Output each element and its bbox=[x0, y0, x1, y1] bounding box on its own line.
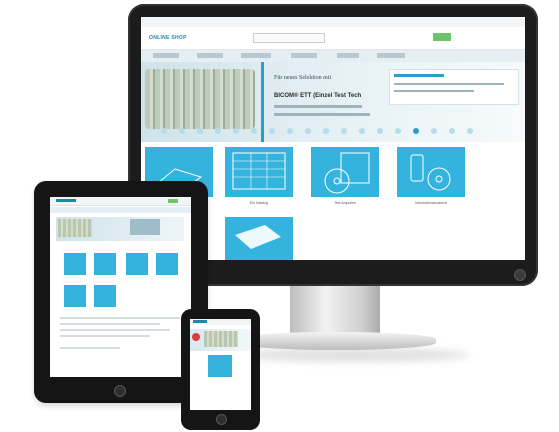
tablet-category-tile[interactable] bbox=[64, 253, 86, 275]
tablet-text-line bbox=[60, 335, 150, 337]
tablet-text-line bbox=[60, 323, 160, 325]
tablet-text-line bbox=[60, 329, 170, 331]
tablet-logo[interactable] bbox=[56, 199, 76, 202]
phone-badge bbox=[192, 333, 200, 341]
carousel-dot[interactable] bbox=[359, 128, 365, 134]
monitor-stand-base bbox=[236, 332, 436, 350]
login-box-line bbox=[394, 90, 474, 92]
carousel-dot-active[interactable] bbox=[413, 128, 419, 134]
nav-item[interactable] bbox=[241, 53, 271, 58]
phone-logo[interactable] bbox=[193, 320, 207, 323]
info-material-icon bbox=[410, 154, 451, 191]
site-header bbox=[141, 27, 525, 50]
main-navigation bbox=[141, 50, 525, 62]
tablet-category-tile[interactable] bbox=[64, 285, 86, 307]
hero-product-name: BICOM® ETT (Einzel Test Tech bbox=[274, 93, 362, 99]
carousel-dot[interactable] bbox=[269, 128, 275, 134]
category-tile-catalog[interactable] bbox=[225, 147, 293, 197]
carousel-dot[interactable] bbox=[179, 128, 185, 134]
nav-item[interactable] bbox=[291, 53, 317, 58]
tablet-category-tile[interactable] bbox=[126, 253, 148, 275]
phone-banner-image bbox=[204, 331, 238, 347]
carousel-dot[interactable] bbox=[323, 128, 329, 134]
tile-caption: Test Ampullen bbox=[334, 201, 356, 205]
carousel-dot[interactable] bbox=[305, 128, 311, 134]
login-box-title bbox=[394, 74, 444, 77]
carousel-dot[interactable] bbox=[251, 128, 257, 134]
label-icon bbox=[235, 225, 281, 249]
nav-item[interactable] bbox=[337, 53, 359, 58]
carousel-dot[interactable] bbox=[395, 128, 401, 134]
carousel-dot[interactable] bbox=[431, 128, 437, 134]
monitor-stand-shadow bbox=[240, 348, 470, 362]
tile-caption: Informationsmaterial bbox=[415, 201, 447, 205]
category-tile-labels[interactable] bbox=[225, 217, 293, 260]
hero-text-line bbox=[274, 113, 370, 116]
carousel-dot[interactable] bbox=[449, 128, 455, 134]
carousel-dot[interactable] bbox=[233, 128, 239, 134]
disc-icon bbox=[324, 152, 370, 194]
carousel-dots bbox=[161, 128, 511, 136]
nav-item[interactable] bbox=[153, 53, 179, 58]
carousel-dot[interactable] bbox=[161, 128, 167, 134]
tablet-nav bbox=[50, 207, 191, 213]
tablet-text-line bbox=[60, 317, 180, 319]
carousel-dot[interactable] bbox=[197, 128, 203, 134]
monitor-power-button bbox=[514, 269, 526, 281]
phone-screen bbox=[190, 319, 251, 410]
carousel-dot[interactable] bbox=[215, 128, 221, 134]
tablet-action-button[interactable] bbox=[168, 199, 178, 203]
category-tile-info[interactable] bbox=[397, 147, 465, 197]
tablet-banner-image bbox=[130, 219, 160, 235]
tablet-banner-image bbox=[58, 219, 92, 237]
table-icon bbox=[232, 152, 286, 190]
carousel-dot[interactable] bbox=[341, 128, 347, 134]
carousel-dot[interactable] bbox=[377, 128, 383, 134]
search-input[interactable] bbox=[253, 33, 325, 43]
header-action-button[interactable] bbox=[433, 33, 451, 41]
hero-product-image bbox=[145, 69, 255, 129]
tile-caption: Ein Katalog bbox=[250, 201, 268, 205]
hero-text-line bbox=[274, 105, 362, 108]
tablet-category-tile[interactable] bbox=[94, 253, 116, 275]
phone-category-tile[interactable] bbox=[208, 355, 232, 377]
site-logo[interactable]: ONLINE SHOP bbox=[149, 35, 187, 41]
tablet-category-tile[interactable] bbox=[156, 253, 178, 275]
tablet-screen bbox=[50, 197, 191, 377]
tablet-home-button bbox=[114, 385, 126, 397]
category-tile-ampoules[interactable] bbox=[311, 147, 379, 197]
nav-item[interactable] bbox=[377, 53, 405, 58]
carousel-dot[interactable] bbox=[467, 128, 473, 134]
phone-home-button bbox=[216, 414, 227, 425]
tablet-category-tile[interactable] bbox=[94, 285, 116, 307]
monitor-stand-neck bbox=[290, 286, 380, 334]
carousel-dot[interactable] bbox=[287, 128, 293, 134]
hero-title: Für neues Selektion mit bbox=[274, 75, 332, 81]
nav-item[interactable] bbox=[197, 53, 223, 58]
login-box-line bbox=[394, 83, 504, 85]
tablet-text-line bbox=[60, 347, 120, 349]
